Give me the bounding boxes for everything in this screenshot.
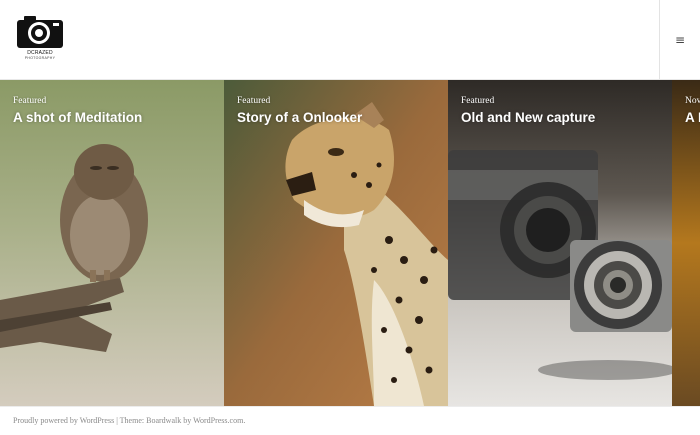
wordpress-link[interactable]: Proudly powered by WordPress (13, 416, 114, 425)
site-header: DCRAZED PHOTOGRAPHY ≡ (0, 0, 700, 80)
hamburger-menu-icon: ≡ (674, 32, 686, 47)
post-card[interactable]: Featured Old and New capture (448, 80, 672, 406)
logo-tagline: PHOTOGRAPHY (24, 56, 56, 60)
theme-link[interactable]: Boardwalk by WordPress.com (146, 416, 243, 425)
menu-toggle-button[interactable]: ≡ (660, 0, 700, 79)
post-category[interactable]: Featured (461, 96, 494, 106)
post-card[interactable]: Nov A D (672, 80, 700, 406)
post-category[interactable]: Featured (13, 96, 46, 106)
post-title[interactable]: Old and New capture (461, 110, 595, 125)
post-card[interactable]: Featured Story of a Onlooker (224, 80, 448, 406)
site-footer: Proudly powered by WordPress | Theme: Bo… (0, 406, 700, 435)
vintage-camera-lens-image (448, 80, 672, 406)
post-category[interactable]: Nov (685, 96, 700, 106)
owl-on-branch-image (0, 80, 224, 406)
leopard-portrait-image (224, 80, 448, 406)
post-title[interactable]: Story of a Onlooker (237, 110, 362, 125)
footer-credits: Proudly powered by WordPress | Theme: Bo… (13, 416, 245, 425)
posts-slider[interactable]: Featured A shot of Meditation Featured S… (0, 80, 700, 406)
footer-period: . (243, 416, 246, 425)
post-title[interactable]: A D (685, 110, 700, 125)
theme-prefix: Theme: (119, 416, 147, 425)
post-category[interactable]: Featured (237, 96, 270, 106)
partial-orange-photo-image (672, 80, 700, 406)
post-title[interactable]: A shot of Meditation (13, 110, 142, 125)
post-card[interactable]: Featured A shot of Meditation (0, 80, 224, 406)
